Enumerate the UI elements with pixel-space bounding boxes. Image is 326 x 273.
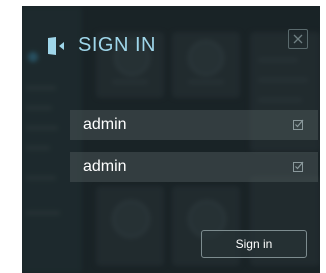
- username-field[interactable]: admin: [70, 110, 318, 140]
- username-value: admin: [83, 116, 127, 133]
- close-icon: [293, 34, 303, 44]
- sign-in-door-icon: [48, 36, 64, 55]
- autofill-check-icon[interactable]: [293, 119, 304, 130]
- password-field[interactable]: admin: [70, 152, 318, 182]
- modal-title: SIGN IN: [78, 34, 156, 56]
- modal-header: SIGN IN: [48, 34, 156, 57]
- close-button[interactable]: [288, 29, 308, 49]
- password-value: admin: [83, 158, 127, 175]
- sign-in-button[interactable]: Sign in: [201, 230, 307, 258]
- login-screen: SIGN IN admin admin Sign in: [22, 6, 320, 273]
- autofill-check-icon[interactable]: [293, 161, 304, 172]
